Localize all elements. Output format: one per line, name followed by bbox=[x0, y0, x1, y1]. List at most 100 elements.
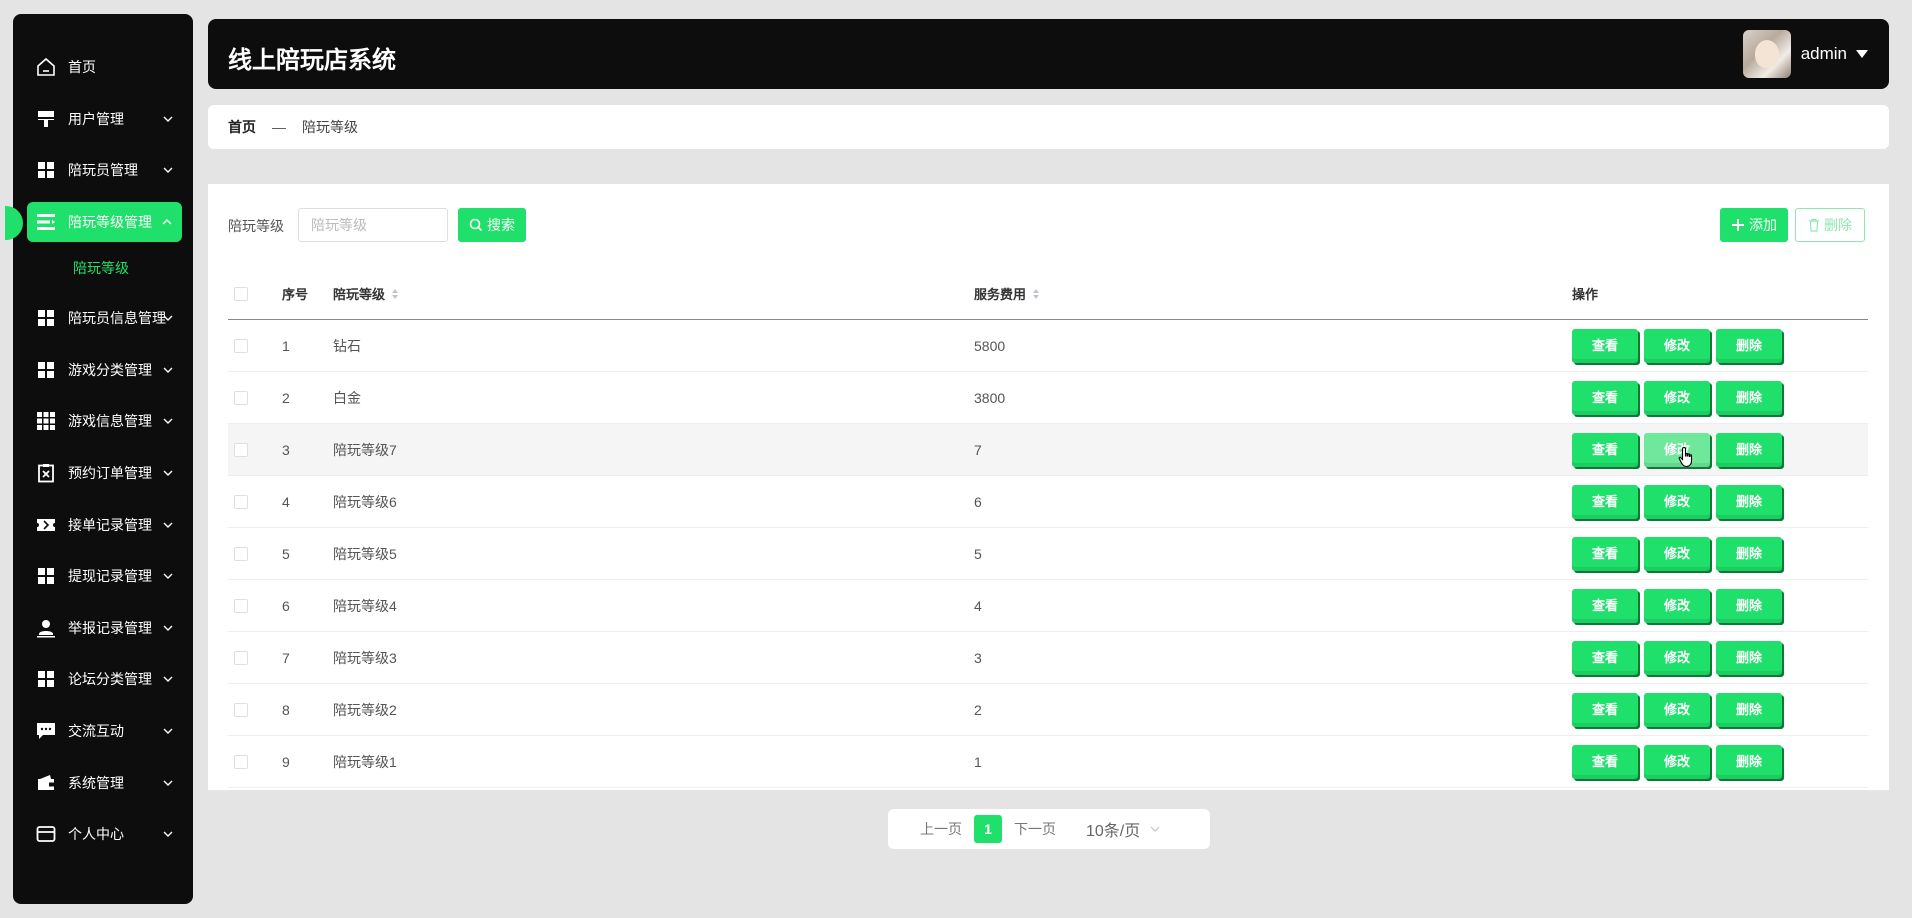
sidebar-item-4[interactable]: 陪玩员信息管理 bbox=[13, 298, 193, 338]
pagination: 上一页 1 下一页 10条/页 bbox=[888, 809, 1210, 849]
sidebar-item-1[interactable]: 用户管理 bbox=[13, 99, 193, 139]
view-button[interactable]: 查看 bbox=[1572, 692, 1638, 727]
breadcrumb-current: 陪玩等级 bbox=[302, 119, 358, 135]
sort-icon[interactable] bbox=[1032, 288, 1040, 300]
edit-button[interactable]: 修改 bbox=[1644, 588, 1710, 623]
delete-button[interactable]: 删除 bbox=[1716, 484, 1782, 519]
view-button[interactable]: 查看 bbox=[1572, 328, 1638, 363]
row-checkbox[interactable] bbox=[234, 598, 248, 613]
col-fee[interactable]: 服务费用 bbox=[974, 268, 1040, 319]
sidebar-item-9[interactable]: 提现记录管理 bbox=[13, 556, 193, 596]
user-name[interactable]: admin bbox=[1801, 44, 1847, 64]
edit-button[interactable]: 修改 bbox=[1644, 692, 1710, 727]
view-button[interactable]: 查看 bbox=[1572, 744, 1638, 779]
sidebar-item-label: 论坛分类管理 bbox=[68, 671, 152, 687]
view-button[interactable]: 查看 bbox=[1572, 380, 1638, 415]
delete-button[interactable]: 删除 bbox=[1716, 692, 1782, 727]
delete-button[interactable]: 删除 bbox=[1716, 588, 1782, 623]
next-page-button[interactable]: 下一页 bbox=[1014, 819, 1056, 839]
chevron-down-icon bbox=[163, 418, 173, 424]
cell-index: 3 bbox=[282, 441, 290, 458]
edit-button[interactable]: 修改 bbox=[1644, 432, 1710, 467]
edit-button[interactable]: 修改 bbox=[1644, 744, 1710, 779]
sidebar-item-0[interactable]: 首页 bbox=[13, 47, 193, 87]
delete-button[interactable]: 删除 bbox=[1716, 432, 1782, 467]
view-button[interactable]: 查看 bbox=[1572, 536, 1638, 571]
sidebar-item-6[interactable]: 游戏信息管理 bbox=[13, 401, 193, 441]
user-manage-icon bbox=[35, 108, 57, 130]
col-index: 序号 bbox=[282, 287, 309, 302]
page-size-select[interactable]: 10条/页 bbox=[1086, 817, 1160, 841]
edit-button[interactable]: 修改 bbox=[1644, 328, 1710, 363]
edit-button[interactable]: 修改 bbox=[1644, 484, 1710, 519]
chevron-down-icon bbox=[163, 522, 173, 528]
view-button[interactable]: 查看 bbox=[1572, 588, 1638, 623]
row-check-cell bbox=[234, 736, 248, 787]
edit-button[interactable]: 修改 bbox=[1644, 640, 1710, 675]
row-checkbox[interactable] bbox=[234, 702, 248, 717]
table-row: 9 陪玩等级1 1 查看 修改 删除 bbox=[228, 736, 1868, 788]
sidebar-item-7[interactable]: 预约订单管理 bbox=[13, 453, 193, 493]
grid-icon bbox=[35, 159, 57, 181]
delete-button[interactable]: 删除 bbox=[1716, 536, 1782, 571]
batch-delete-button[interactable]: 删除 bbox=[1795, 208, 1865, 242]
add-button[interactable]: 添加 bbox=[1720, 208, 1788, 242]
user-menu[interactable]: admin bbox=[1742, 30, 1869, 78]
row-checkbox[interactable] bbox=[234, 442, 248, 457]
chevron-down-icon bbox=[163, 315, 173, 321]
caret-down-icon[interactable] bbox=[1855, 49, 1869, 59]
chevron-up-icon bbox=[162, 219, 172, 225]
add-button-label: 添加 bbox=[1749, 217, 1777, 233]
search-button-label: 搜索 bbox=[487, 217, 515, 233]
col-level[interactable]: 陪玩等级 bbox=[333, 268, 399, 319]
cell-actions: 查看 修改 删除 bbox=[1572, 528, 1782, 579]
cell-fee: 3800 bbox=[974, 389, 1006, 406]
avatar[interactable] bbox=[1742, 30, 1791, 78]
wallet-icon bbox=[35, 772, 57, 794]
search-button[interactable]: 搜索 bbox=[458, 208, 526, 242]
row-checkbox[interactable] bbox=[234, 650, 248, 665]
row-check-cell bbox=[234, 580, 248, 631]
sidebar-item-11[interactable]: 论坛分类管理 bbox=[13, 659, 193, 699]
prev-page-button[interactable]: 上一页 bbox=[920, 819, 962, 839]
row-checkbox[interactable] bbox=[234, 494, 248, 509]
search-label: 陪玩等级 bbox=[228, 218, 284, 234]
search-input[interactable] bbox=[298, 208, 448, 242]
cell-index: 4 bbox=[282, 493, 290, 510]
sidebar-item-10[interactable]: 举报记录管理 bbox=[13, 608, 193, 648]
sidebar-item-14[interactable]: 个人中心 bbox=[13, 814, 193, 854]
sidebar-item-label: 陪玩员信息管理 bbox=[68, 310, 166, 326]
grid-icon bbox=[35, 359, 57, 381]
table-row: 1 钻石 5800 查看 修改 删除 bbox=[228, 320, 1868, 372]
chevron-down-icon bbox=[163, 116, 173, 122]
row-check-cell bbox=[234, 684, 248, 735]
row-checkbox[interactable] bbox=[234, 754, 248, 769]
delete-button[interactable]: 删除 bbox=[1716, 744, 1782, 779]
sidebar-item-3[interactable]: 陪玩等级管理 bbox=[27, 202, 182, 242]
page-number-button[interactable]: 1 bbox=[974, 815, 1002, 843]
delete-button[interactable]: 删除 bbox=[1716, 640, 1782, 675]
view-button[interactable]: 查看 bbox=[1572, 432, 1638, 467]
chevron-down-icon bbox=[163, 676, 173, 682]
edit-button[interactable]: 修改 bbox=[1644, 380, 1710, 415]
cell-level: 陪玩等级1 bbox=[333, 753, 397, 770]
view-button[interactable]: 查看 bbox=[1572, 640, 1638, 675]
home-icon bbox=[35, 56, 57, 78]
view-button[interactable]: 查看 bbox=[1572, 484, 1638, 519]
row-checkbox[interactable] bbox=[234, 546, 248, 561]
sidebar-item-2[interactable]: 陪玩员管理 bbox=[13, 150, 193, 190]
sidebar-item-8[interactable]: 接单记录管理 bbox=[13, 505, 193, 545]
delete-button[interactable]: 删除 bbox=[1716, 328, 1782, 363]
sidebar-subitem-level[interactable]: 陪玩等级 bbox=[73, 258, 129, 278]
sidebar-item-5[interactable]: 游戏分类管理 bbox=[13, 350, 193, 390]
breadcrumb-home[interactable]: 首页 bbox=[228, 117, 256, 137]
row-checkbox[interactable] bbox=[234, 390, 248, 405]
row-checkbox[interactable] bbox=[234, 338, 248, 353]
sort-icon[interactable] bbox=[391, 288, 399, 300]
edit-button[interactable]: 修改 bbox=[1644, 536, 1710, 571]
delete-button[interactable]: 删除 bbox=[1716, 380, 1782, 415]
grid-icon bbox=[35, 307, 57, 329]
sidebar-item-12[interactable]: 交流互动 bbox=[13, 711, 193, 751]
sidebar-item-13[interactable]: 系统管理 bbox=[13, 763, 193, 803]
select-all-checkbox[interactable] bbox=[234, 286, 248, 301]
